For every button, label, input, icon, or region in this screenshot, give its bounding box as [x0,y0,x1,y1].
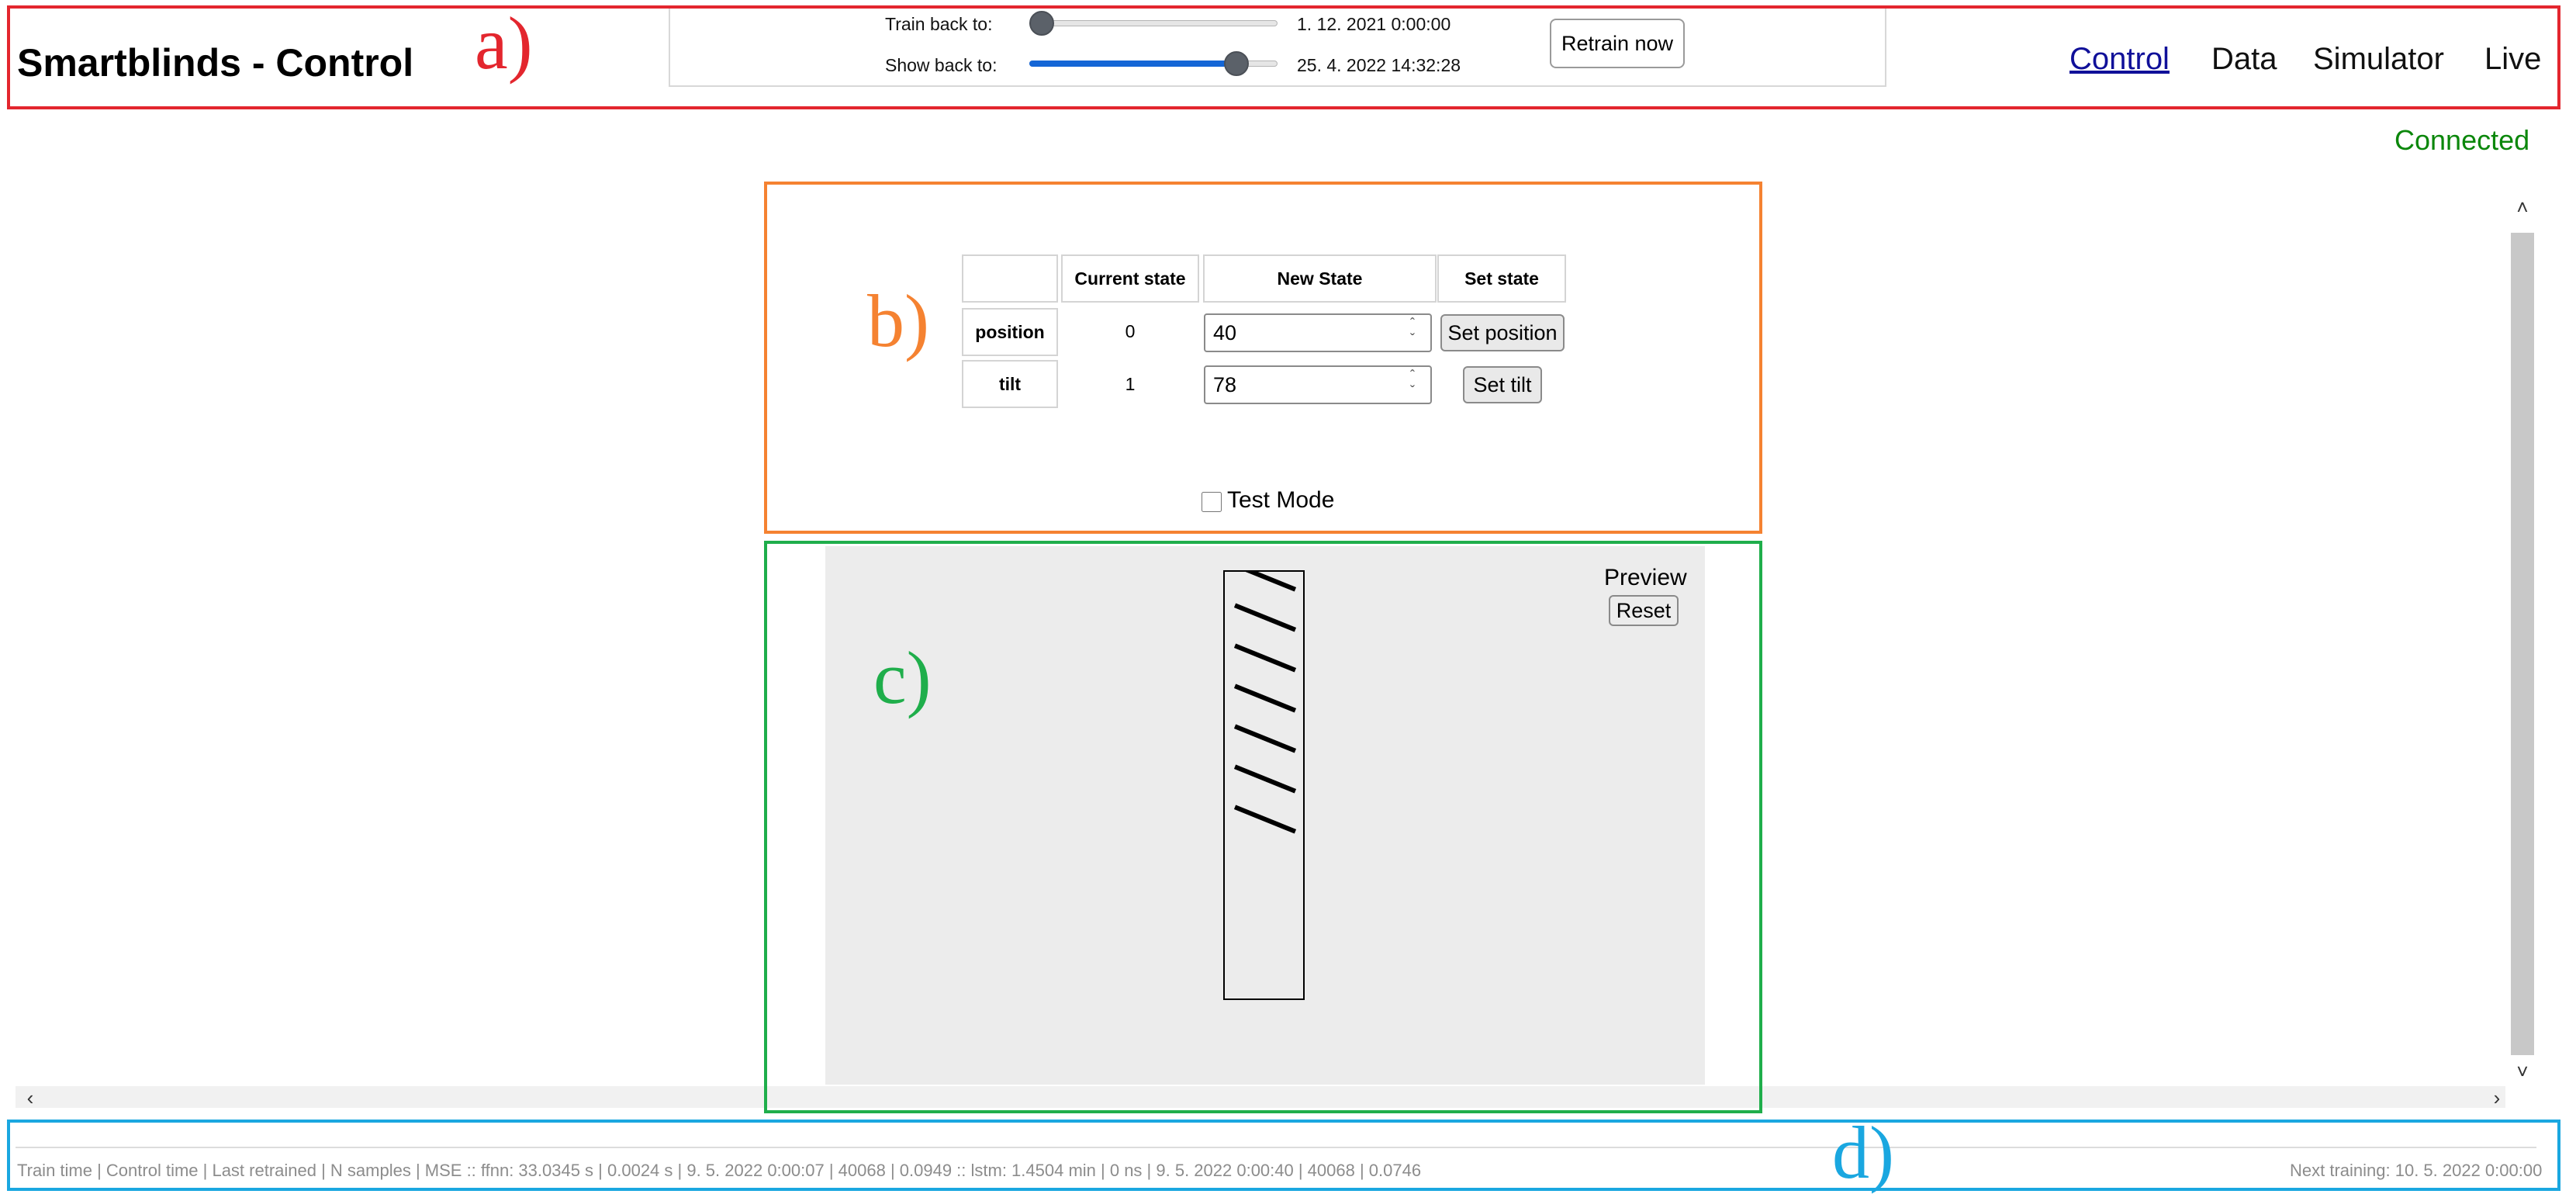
scroll-right-icon[interactable]: › [2485,1086,2509,1109]
scroll-down-icon[interactable]: ˅ [2511,1060,2534,1083]
annotation-label-d: d) [1832,1111,1894,1194]
scroll-up-icon[interactable]: ˄ [2511,196,2534,219]
annotation-label-a: a) [475,2,533,85]
annotation-label-b: b) [867,279,929,362]
annotation-box-c [764,541,1762,1113]
vertical-scrollbar-thumb[interactable] [2511,233,2534,1055]
connection-status: Connected [2394,124,2530,156]
scroll-left-icon[interactable]: ‹ [19,1086,42,1109]
annotation-label-c: c) [873,636,932,719]
annotation-box-a [7,5,2560,109]
annotation-box-d [7,1120,2560,1191]
